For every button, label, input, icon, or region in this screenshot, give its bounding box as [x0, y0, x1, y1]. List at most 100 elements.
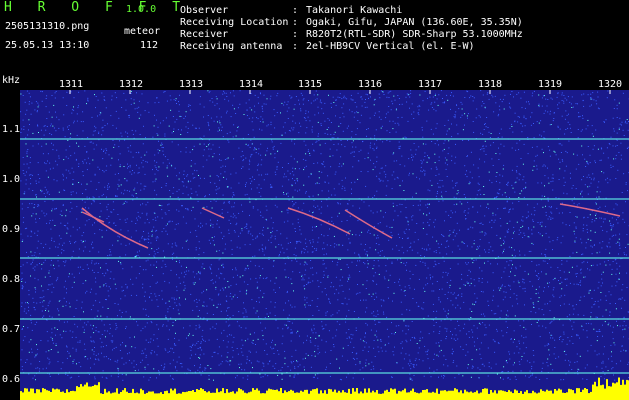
noise-dot [68, 273, 70, 275]
noise-dot [610, 136, 612, 138]
noise-dot [615, 258, 617, 260]
noise-dot [338, 183, 340, 185]
noise-dot [537, 300, 539, 302]
noise-dot [441, 243, 442, 245]
noise-dot [85, 324, 87, 326]
noise-dot [51, 332, 53, 334]
noise-dot [65, 305, 67, 307]
noise-dot [229, 360, 231, 362]
noise-dot [548, 216, 550, 218]
noise-dot [456, 104, 457, 106]
noise-dot [483, 365, 485, 367]
noise-dot [174, 337, 175, 339]
noise-dot [292, 223, 294, 225]
noise-dot [276, 230, 278, 232]
noise-dot [451, 160, 453, 162]
noise-dot [123, 92, 125, 94]
noise-dot [282, 167, 283, 168]
noise-dot [165, 315, 167, 317]
noise-dot [385, 117, 387, 119]
noise-dot [580, 238, 582, 240]
noise-dot [597, 208, 599, 210]
noise-dot [65, 225, 67, 227]
noise-dot [129, 171, 131, 173]
noise-dot [395, 108, 397, 110]
noise-dot [210, 264, 212, 266]
noise-dot [23, 326, 24, 327]
noise-dot [433, 358, 435, 360]
noise-dot [442, 235, 444, 237]
noise-dot [217, 176, 219, 178]
noise-dot [409, 378, 411, 380]
noise-dot [561, 202, 563, 204]
noise-dot [264, 327, 266, 329]
noise-dot [576, 216, 578, 218]
noise-dot [468, 139, 470, 141]
noise-dot [424, 256, 425, 258]
noise-dot [163, 369, 165, 370]
noise-dot [374, 143, 375, 145]
noise-dot [43, 193, 45, 194]
noise-dot [372, 212, 374, 214]
noise-dot [533, 123, 534, 124]
noise-dot [329, 228, 330, 230]
noise-dot [114, 283, 116, 285]
noise-dot [290, 369, 292, 371]
noise-dot [62, 205, 64, 206]
noise-dot [466, 90, 468, 92]
noise-dot [439, 326, 441, 328]
noise-dot [269, 361, 270, 362]
noise-dot [524, 187, 526, 189]
noise-dot [118, 146, 120, 148]
noise-dot [86, 290, 88, 292]
noise-dot [354, 358, 355, 360]
noise-dot [360, 114, 362, 116]
noise-dot [176, 286, 178, 288]
noise-dot [343, 95, 345, 97]
noise-dot [520, 97, 522, 99]
noise-dot [20, 278, 22, 280]
noise-dot [91, 241, 93, 243]
noise-dot [346, 303, 348, 305]
noise-dot [258, 192, 260, 193]
noise-dot [328, 94, 329, 96]
noise-dot [81, 307, 83, 309]
noise-dot [424, 345, 426, 347]
noise-dot [294, 180, 296, 181]
noise-dot [414, 231, 416, 233]
noise-dot [580, 296, 582, 298]
noise-dot [578, 163, 580, 165]
noise-dot [510, 271, 511, 273]
noise-dot [317, 298, 319, 300]
noise-dot [84, 145, 86, 147]
noise-dot [192, 177, 194, 179]
noise-dot [83, 331, 85, 333]
noise-dot [189, 151, 191, 153]
noise-dot [437, 104, 439, 106]
noise-dot [346, 337, 348, 339]
noise-dot [615, 303, 616, 304]
noise-dot [156, 281, 158, 283]
noise-dot [270, 237, 272, 239]
noise-dot [20, 266, 22, 267]
noise-dot [28, 289, 30, 291]
noise-dot [430, 103, 432, 105]
noise-dot [547, 111, 549, 113]
noise-dot [547, 177, 549, 179]
noise-dot [145, 314, 147, 316]
noise-dot [184, 271, 186, 273]
noise-dot [301, 250, 303, 252]
noise-dot [86, 169, 88, 171]
noise-dot [517, 303, 519, 305]
noise-dot [176, 118, 178, 120]
noise-dot [84, 90, 86, 92]
noise-dot [49, 284, 51, 286]
noise-dot [327, 175, 329, 177]
noise-dot [552, 174, 554, 176]
noise-dot [549, 300, 551, 302]
noise-dot [323, 254, 325, 256]
noise-dot [603, 218, 605, 220]
noise-dot [436, 140, 438, 142]
noise-dot [627, 363, 629, 365]
noise-dot [525, 186, 527, 188]
